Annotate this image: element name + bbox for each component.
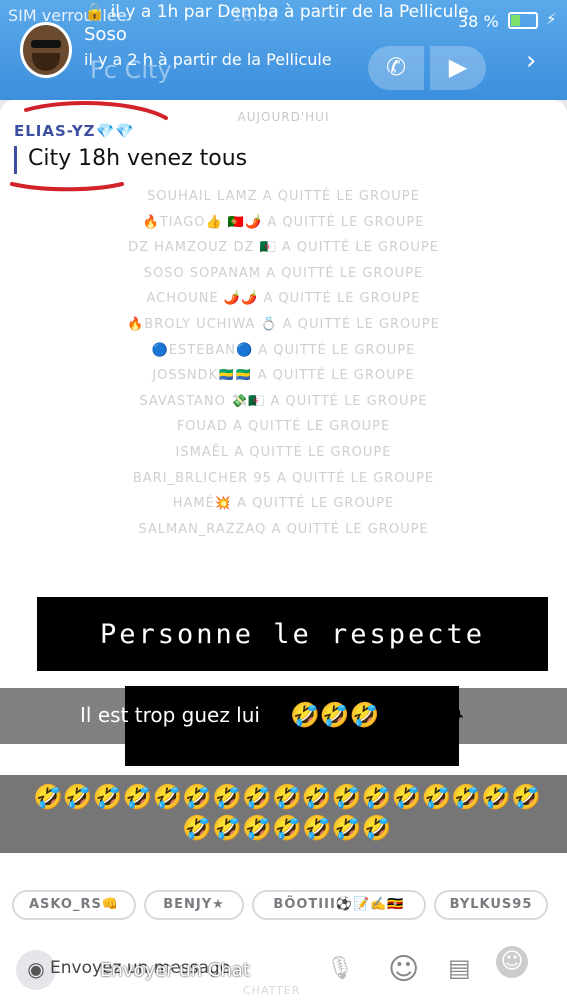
- microphone-icon[interactable]: 🎙: [326, 956, 354, 981]
- left-message: JOSSNDK🇬🇦🇬🇦 A QUITTÉ LE GROUPE: [152, 368, 415, 384]
- left-group-list: SOUHAIL LAMZ A QUITTÉ LE GROUPE 🔥TIAGO👍 …: [0, 184, 567, 542]
- battery-percent: 38 %: [458, 12, 499, 31]
- rofl-emojis: 🤣🤣🤣🤣🤣🤣🤣🤣🤣🤣🤣🤣🤣🤣🤣🤣🤣🤣🤣🤣🤣🤣🤣🤣: [32, 783, 541, 842]
- notification-line-1: 🔒 il y a 1h par Demba à partir de la Pel…: [84, 2, 469, 22]
- notification-name: Soso: [84, 24, 127, 45]
- caption-guez: Il est trop guez lui: [80, 703, 260, 727]
- left-message: SAVASTANO 💸🇩🇿 A QUITTÉ LE GROUPE: [139, 393, 428, 409]
- phone-icon: ✆: [385, 53, 407, 81]
- rocket-icon[interactable]: ☺: [496, 946, 528, 978]
- left-message: SALMAN_RAZZAQ A QUITTÉ LE GROUPE: [138, 521, 429, 537]
- left-message: 🔵ESTEBAN🔵 A QUITTÉ LE GROUPE: [151, 342, 416, 358]
- battery-icon: [508, 12, 538, 29]
- chat-header: SIM verrouillée 18:09 🔒 il y a 1h par De…: [0, 0, 567, 100]
- composer-bar: ◉ Envoyez un message Envoyer un Chat CHA…: [0, 932, 567, 1008]
- more-icon[interactable]: ›: [526, 46, 536, 76]
- left-message: 🔥TIAGO👍 🇵🇹🌶️ A QUITTÉ LE GROUPE: [142, 214, 425, 230]
- left-message: BARI_BRLICHER 95 A QUITTÉ LE GROUPE: [132, 470, 435, 486]
- chip-benjy[interactable]: BENJY★: [144, 890, 244, 920]
- left-message: 🔥BROLY UCHIWA 💍 A QUITTÉ LE GROUPE: [127, 316, 440, 332]
- left-message: SOSO SOPANAM A QUITTÉ LE GROUPE: [143, 265, 424, 281]
- member-chips: ASKO_RS👊 BENJY★ BÖOTIII⚽📝✍️🇺🇬 BYLKUS95: [0, 890, 567, 920]
- left-message: DZ HAMZOUZ DZ 🇩🇿 A QUITTÉ LE GROUPE: [128, 240, 439, 256]
- avatar[interactable]: [20, 22, 72, 78]
- group-title[interactable]: Fc City: [90, 56, 172, 84]
- video-camera-icon: ▶: [448, 53, 468, 81]
- chatter-label: CHATTER: [243, 984, 301, 997]
- left-message: HAMÉ💥 A QUITTÉ LE GROUPE: [172, 496, 395, 512]
- smiley-icon[interactable]: ☺: [388, 952, 419, 987]
- call-button[interactable]: ✆: [368, 46, 424, 90]
- chip-asko[interactable]: ASKO_RS👊: [12, 890, 136, 920]
- left-message: SOUHAIL LAMZ A QUITTÉ LE GROUPE: [147, 189, 420, 204]
- video-call-button[interactable]: ▶: [430, 46, 486, 90]
- left-message: FOUAD A QUITTÉ LE GROUPE: [176, 419, 391, 435]
- charging-icon: ⚡: [546, 10, 557, 28]
- chip-bootiii[interactable]: BÖOTIII⚽📝✍️🇺🇬: [252, 890, 426, 920]
- stickers-icon[interactable]: ▤: [448, 954, 471, 982]
- chip-bylkus[interactable]: BYLKUS95: [434, 890, 548, 920]
- laughing-emojis: 🤣🤣🤣😂😂😂: [290, 701, 464, 729]
- left-message: ISMAËL A QUITTÉ LE GROUPE: [175, 444, 392, 460]
- send-chat-caption: Envoyer un Chat: [100, 960, 250, 981]
- caption-personne: Personne le respecte: [37, 597, 548, 671]
- red-underline-annotation: [10, 101, 168, 192]
- left-message: ACHOUNE 🌶️🌶️ A QUITTÉ LE GROUPE: [146, 291, 421, 307]
